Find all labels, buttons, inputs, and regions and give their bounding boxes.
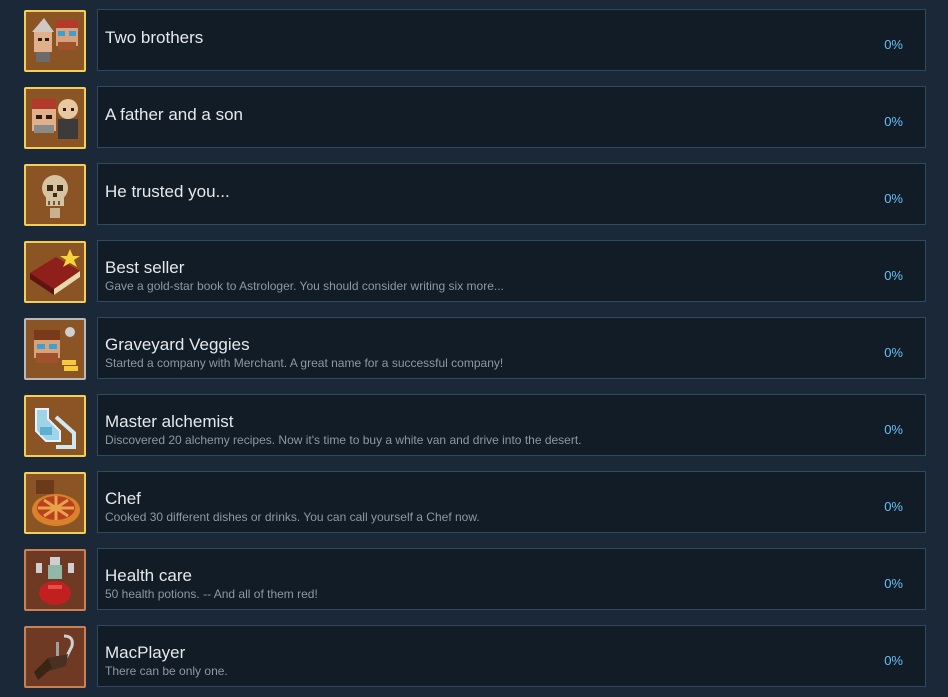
achievement-list: Two brothers 0% A father and a son 0% He… xyxy=(0,0,948,697)
achievement-panel: Graveyard Veggies Started a company with… xyxy=(97,317,926,379)
achievement-row[interactable]: MacPlayer There can be only one. 0% xyxy=(24,625,926,689)
achievement-percent: 0% xyxy=(884,653,903,668)
achievement-description: Started a company with Merchant. A great… xyxy=(105,356,504,370)
achievement-percent: 0% xyxy=(884,114,903,129)
achievement-row[interactable]: Health care 50 health potions. -- And al… xyxy=(24,548,926,612)
achievement-row[interactable]: Two brothers 0% xyxy=(24,9,926,73)
pie-icon xyxy=(24,472,86,534)
gold-star-book-icon xyxy=(24,241,86,303)
two-brothers-icon xyxy=(24,10,86,72)
achievement-title: Health care xyxy=(105,566,192,585)
achievement-panel: A father and a son 0% xyxy=(97,86,926,148)
achievement-row[interactable]: Master alchemist Discovered 20 alchemy r… xyxy=(24,394,926,458)
achievement-description: Cooked 30 different dishes or drinks. Yo… xyxy=(105,510,480,524)
achievement-panel: Best seller Gave a gold-star book to Ast… xyxy=(97,240,926,302)
achievement-row[interactable]: Best seller Gave a gold-star book to Ast… xyxy=(24,240,926,304)
skull-icon xyxy=(24,164,86,226)
merchant-icon xyxy=(24,318,86,380)
achievement-title: He trusted you... xyxy=(105,182,230,201)
achievement-panel: MacPlayer There can be only one. 0% xyxy=(97,625,926,687)
achievement-row[interactable]: Graveyard Veggies Started a company with… xyxy=(24,317,926,381)
achievement-description: Gave a gold-star book to Astrologer. You… xyxy=(105,279,504,293)
achievement-percent: 0% xyxy=(884,499,903,514)
achievement-title: Master alchemist xyxy=(105,412,234,431)
achievement-row[interactable]: He trusted you... 0% xyxy=(24,163,926,227)
achievement-panel: Chef Cooked 30 different dishes or drink… xyxy=(97,471,926,533)
achievement-description: There can be only one. xyxy=(105,664,228,678)
achievement-percent: 0% xyxy=(884,268,903,283)
hook-hand-icon xyxy=(24,626,86,688)
achievement-panel: Health care 50 health potions. -- And al… xyxy=(97,548,926,610)
achievement-percent: 0% xyxy=(884,37,903,52)
alchemy-flask-icon xyxy=(24,395,86,457)
achievement-title: Chef xyxy=(105,489,141,508)
achievement-percent: 0% xyxy=(884,345,903,360)
achievement-title: Two brothers xyxy=(105,28,204,47)
achievement-percent: 0% xyxy=(884,191,903,206)
achievement-row[interactable]: A father and a son 0% xyxy=(24,86,926,150)
achievement-panel: Master alchemist Discovered 20 alchemy r… xyxy=(97,394,926,456)
father-son-icon xyxy=(24,87,86,149)
achievement-percent: 0% xyxy=(884,422,903,437)
achievement-description: Discovered 20 alchemy recipes. Now it's … xyxy=(105,433,582,447)
achievement-title: A father and a son xyxy=(105,105,243,124)
achievement-title: Graveyard Veggies xyxy=(105,335,250,354)
achievement-title: MacPlayer xyxy=(105,643,186,662)
achievement-description: 50 health potions. -- And all of them re… xyxy=(105,587,318,601)
achievement-percent: 0% xyxy=(884,576,903,591)
achievement-panel: Two brothers 0% xyxy=(97,9,926,71)
health-potion-icon xyxy=(24,549,86,611)
achievement-title: Best seller xyxy=(105,258,185,277)
achievement-panel: He trusted you... 0% xyxy=(97,163,926,225)
achievement-row[interactable]: Chef Cooked 30 different dishes or drink… xyxy=(24,471,926,535)
